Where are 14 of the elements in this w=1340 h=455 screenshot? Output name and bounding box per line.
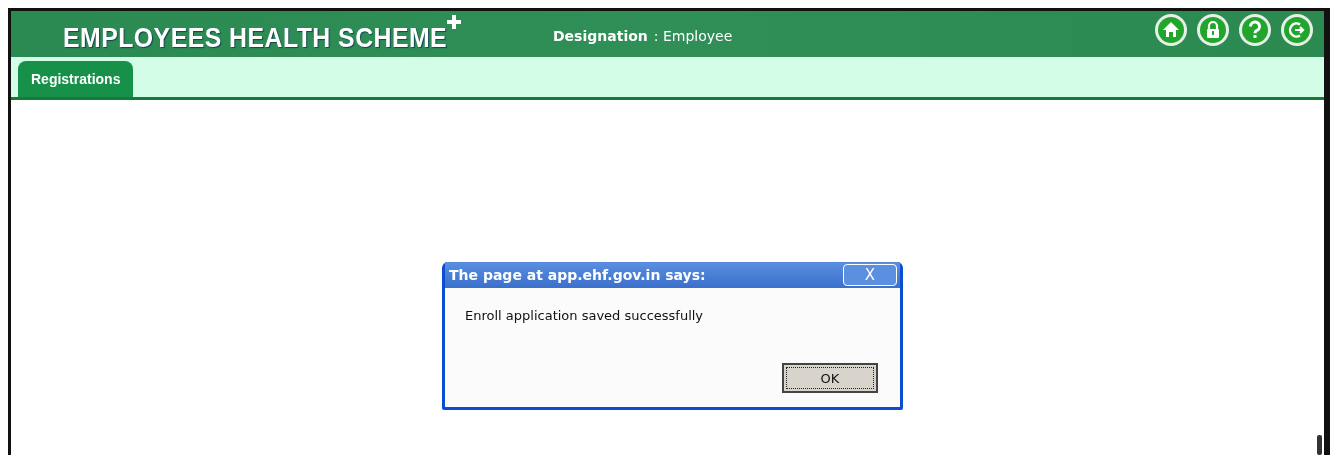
registrations-tab[interactable]: Registrations xyxy=(18,61,134,97)
scheme-title: EMPLOYEES HEALTH SCHEME xyxy=(63,22,448,54)
scrollbar-thumb[interactable] xyxy=(1317,435,1322,455)
designation-value: : Employee xyxy=(653,28,733,44)
home-icon[interactable] xyxy=(1154,13,1188,47)
lock-icon[interactable] xyxy=(1196,13,1230,47)
help-icon[interactable] xyxy=(1238,13,1272,47)
logout-icon[interactable] xyxy=(1280,13,1314,47)
dialog-title: The page at app.ehf.gov.in says: xyxy=(449,267,706,283)
close-button[interactable]: X xyxy=(843,264,897,286)
plus-icon xyxy=(446,14,461,29)
ok-button[interactable]: OK xyxy=(782,363,878,393)
dialog-message: Enroll application saved successfully xyxy=(465,308,705,323)
designation-label: Designation xyxy=(553,28,648,44)
